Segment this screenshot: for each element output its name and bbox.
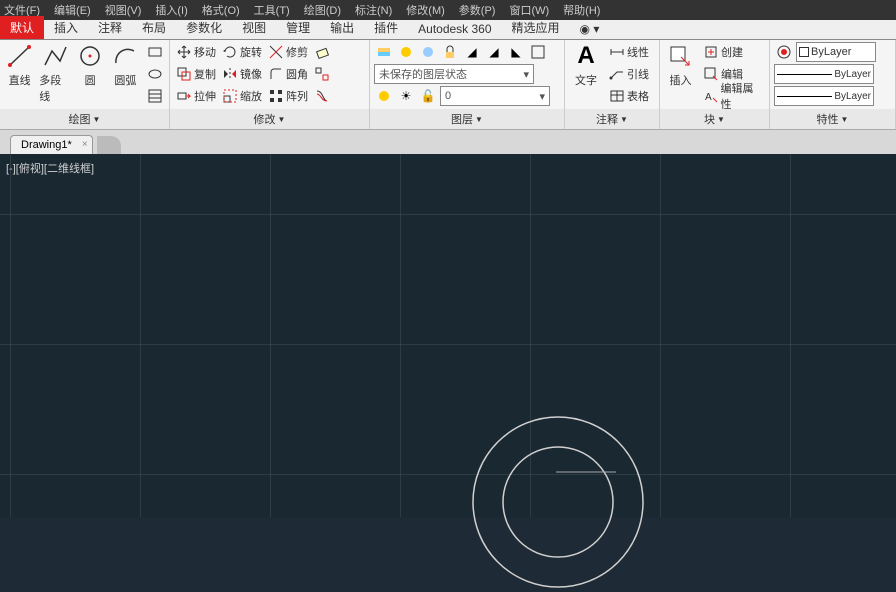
tab-annotate[interactable]: 注释 <box>88 16 132 39</box>
tab-param[interactable]: 参数化 <box>176 16 232 39</box>
fillet-button[interactable]: 圆角 <box>266 64 310 84</box>
polyline-button[interactable]: 多段线 <box>39 42 70 109</box>
copy-button[interactable]: 复制 <box>174 64 218 84</box>
layer-lock-icon[interactable] <box>440 42 460 62</box>
tab-manage[interactable]: 管理 <box>276 16 320 39</box>
array-button[interactable]: 阵列 <box>266 86 310 106</box>
viewport-label[interactable]: [-][俯视][二维线框] <box>6 160 94 176</box>
close-tab-icon[interactable]: × <box>82 139 88 150</box>
menu-modify[interactable]: 修改(M) <box>406 2 445 18</box>
radius-line <box>556 470 636 474</box>
rect-icon[interactable] <box>145 42 165 62</box>
polyline-icon <box>41 42 69 70</box>
tab-a360[interactable]: Autodesk 360 <box>408 19 501 39</box>
scale-button[interactable]: 缩放 <box>220 86 264 106</box>
panel-layer: ◢ ◢ ◣ 未保存的图层状态▾ ☀ 🔓 0▾ 图层▼ <box>370 40 565 129</box>
tab-view[interactable]: 视图 <box>232 16 276 39</box>
tab-plugin[interactable]: 插件 <box>364 16 408 39</box>
layer-current-dropdown[interactable]: 0▾ <box>440 86 550 106</box>
layer-more2-icon[interactable]: ◣ <box>506 42 526 62</box>
mirror-button[interactable]: 镜像 <box>220 64 264 84</box>
text-button[interactable]: A 文字 <box>569 42 603 109</box>
tab-layout[interactable]: 布局 <box>132 16 176 39</box>
match-prop-icon[interactable] <box>774 42 794 62</box>
panel-block-title[interactable]: 块▼ <box>660 109 769 129</box>
linear-button[interactable]: 线性 <box>607 42 651 62</box>
menu-param[interactable]: 参数(P) <box>459 2 496 18</box>
panel-annotate-title[interactable]: 注释▼ <box>565 109 659 129</box>
hatch-icon[interactable] <box>145 86 165 106</box>
linetype-dropdown[interactable]: ByLayer <box>774 86 874 106</box>
layer-prop-icon[interactable] <box>374 42 394 62</box>
move-button[interactable]: 移动 <box>174 42 218 62</box>
create-button[interactable]: 创建 <box>701 42 765 62</box>
circle-button[interactable]: 圆 <box>75 42 106 109</box>
layer-more1-icon[interactable]: ◢ <box>484 42 504 62</box>
layer-match-icon[interactable] <box>528 42 548 62</box>
panel-block: 插入 创建 编辑 A编辑属性 块▼ <box>660 40 770 129</box>
panel-modify: 移动 旋转 修剪 复制 镜像 圆角 拉伸 缩放 阵列 <box>170 40 370 129</box>
rotate-button[interactable]: 旋转 <box>220 42 264 62</box>
layer-sun-icon[interactable]: ☀ <box>396 86 416 106</box>
svg-text:A: A <box>705 92 712 103</box>
ellipse-icon[interactable] <box>145 64 165 84</box>
panel-draw: 直线 多段线 圆 圆弧 <box>0 40 170 129</box>
panel-modify-title[interactable]: 修改▼ <box>170 109 369 129</box>
offset-icon[interactable] <box>312 86 332 106</box>
arc-button[interactable]: 圆弧 <box>110 42 141 109</box>
color-dropdown[interactable]: ByLayer <box>796 42 876 62</box>
text-icon: A <box>572 42 600 70</box>
tab-extra[interactable]: ◉ ▾ <box>570 19 610 39</box>
document-tab[interactable]: Drawing1* × <box>10 135 93 154</box>
tab-insert[interactable]: 插入 <box>44 16 88 39</box>
panel-annotate: A 文字 线性 引线 表格 注释▼ <box>565 40 660 129</box>
ribbon: 直线 多段线 圆 圆弧 <box>0 40 896 130</box>
insert-button[interactable]: 插入 <box>664 42 697 109</box>
inner-circle[interactable] <box>498 442 618 562</box>
erase-icon[interactable] <box>312 42 332 62</box>
tab-output[interactable]: 输出 <box>320 16 364 39</box>
layer-state-dropdown[interactable]: 未保存的图层状态▾ <box>374 64 534 84</box>
new-tab-button[interactable] <box>97 136 121 154</box>
panel-draw-title[interactable]: 绘图▼ <box>0 109 169 129</box>
circle-icon <box>76 42 104 70</box>
line-icon <box>6 42 34 70</box>
layer-off-icon[interactable] <box>396 42 416 62</box>
ribbon-tabs: 默认 插入 注释 布局 参数化 视图 管理 输出 插件 Autodesk 360… <box>0 20 896 40</box>
panel-layer-title[interactable]: 图层▼ <box>370 109 564 129</box>
drawing-canvas[interactable]: [-][俯视][二维线框] <box>0 154 896 517</box>
tab-default[interactable]: 默认 <box>0 16 44 39</box>
arc-icon <box>111 42 139 70</box>
layer-lock2-icon[interactable]: 🔓 <box>418 86 438 106</box>
trim-button[interactable]: 修剪 <box>266 42 310 62</box>
insert-block-icon <box>666 42 694 70</box>
layer-bulb-icon[interactable] <box>374 86 394 106</box>
lineweight-dropdown[interactable]: ByLayer <box>774 64 874 84</box>
table-button[interactable]: 表格 <box>607 86 651 106</box>
stretch-button[interactable]: 拉伸 <box>174 86 218 106</box>
panel-properties: ByLayer ByLayer ByLayer 特性▼ <box>770 40 896 129</box>
leader-button[interactable]: 引线 <box>607 64 651 84</box>
explode-icon[interactable] <box>312 64 332 84</box>
tab-featured[interactable]: 精选应用 <box>502 16 570 39</box>
layer-freeze-icon[interactable] <box>418 42 438 62</box>
panel-props-title[interactable]: 特性▼ <box>770 109 895 129</box>
line-button[interactable]: 直线 <box>4 42 35 109</box>
layer-iso-icon[interactable]: ◢ <box>462 42 482 62</box>
editattr-button[interactable]: A编辑属性 <box>701 86 765 106</box>
document-tab-bar: Drawing1* × <box>0 130 896 154</box>
